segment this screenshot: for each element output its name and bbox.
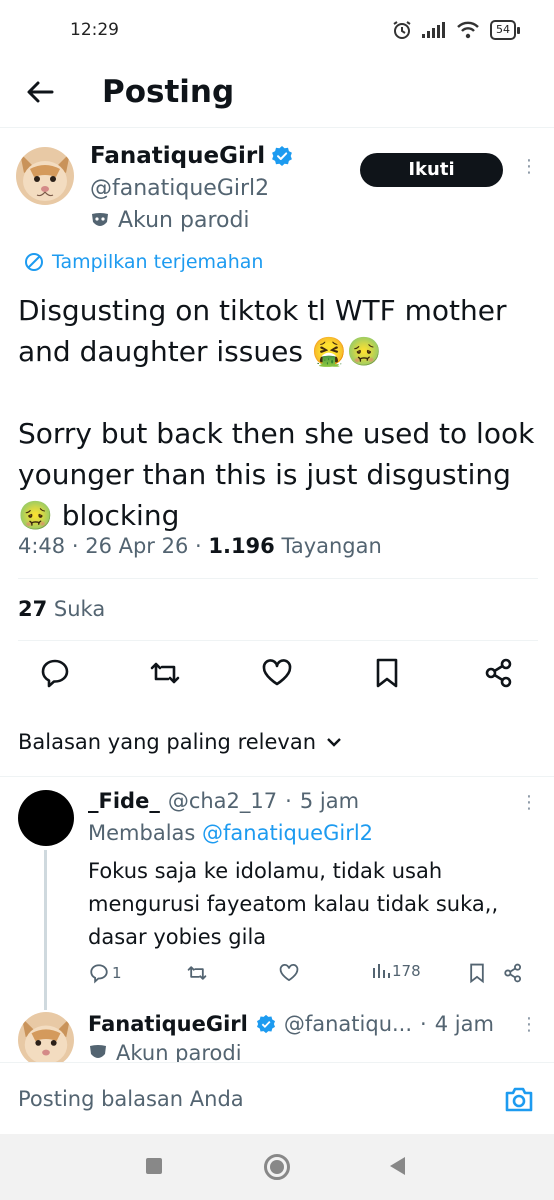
status-time: 12:29 [70, 20, 119, 40]
reply-reply-count: 1 [112, 964, 122, 982]
system-nav-bar [0, 1134, 554, 1200]
repost-icon[interactable] [148, 656, 182, 690]
reply-avatar[interactable] [18, 790, 74, 846]
replying-to-prefix: Membalas [88, 821, 196, 845]
reply-2-avatar[interactable] [18, 1012, 74, 1068]
post-action-bar [0, 656, 554, 696]
compose-bar: Posting balasan Anda [0, 1062, 554, 1134]
reply-views-button[interactable]: 178 [372, 962, 421, 980]
post-date: 26 Apr 26 [85, 534, 189, 558]
status-icons: 54 [392, 20, 520, 40]
author-avatar[interactable] [16, 147, 74, 205]
home-button[interactable] [264, 1154, 290, 1180]
likes-label: Suka [53, 597, 106, 621]
page-title: Posting [102, 74, 235, 110]
reply-2-header: FanatiqueGirl @fanatiqu... · 4 jam [88, 1012, 494, 1036]
reply-author-handle[interactable]: @cha2_17 [168, 789, 277, 813]
reply-icon[interactable] [38, 656, 72, 690]
share-icon[interactable] [482, 656, 516, 690]
reply-reply-button[interactable]: 1 [88, 962, 122, 984]
author-name[interactable]: FanatiqueGirl [90, 143, 293, 169]
reply-2-author-handle[interactable]: @fanatiqu... [284, 1012, 412, 1036]
replies-divider [0, 776, 554, 777]
back-arrow-icon[interactable] [24, 76, 56, 108]
views-label: Tayangan [281, 534, 382, 558]
reply-icon [90, 964, 108, 984]
post-time: 4:48 [18, 534, 66, 558]
post-paragraph-2: Sorry but back then she used to look you… [18, 417, 535, 532]
follow-button[interactable]: Ikuti [360, 153, 503, 187]
alarm-icon [393, 21, 411, 39]
reply-age: 5 jam [299, 789, 360, 813]
translate-label: Tampilkan terjemahan [52, 251, 264, 273]
reply-2-author-name[interactable]: FanatiqueGirl [88, 1012, 248, 1036]
views-count: 1.196 [208, 534, 275, 558]
reply-header: _Fide_ @cha2_17 · 5 jam [88, 789, 359, 813]
post-paragraph-1: Disgusting on tiktok tl WTF mother and d… [18, 294, 507, 368]
likes-summary[interactable]: 27 Suka [18, 597, 105, 621]
app-header: Posting [0, 62, 554, 128]
author-name-text: FanatiqueGirl [90, 143, 266, 169]
likes-count: 27 [18, 597, 48, 621]
system-back-button[interactable] [390, 1157, 405, 1175]
cat-avatar-image [18, 1012, 74, 1068]
thread-line [44, 850, 47, 1010]
reply-action-bar: 1 178 [88, 962, 528, 990]
share-icon[interactable] [502, 962, 524, 984]
reply-2-parody-text: Akun parodi [116, 1044, 242, 1062]
reply-view-count: 178 [392, 962, 421, 980]
like-icon[interactable] [260, 656, 294, 690]
reply-2-more-options-icon[interactable]: ⋮ [520, 1016, 538, 1034]
mask-icon [90, 1045, 106, 1058]
meta-divider [18, 578, 538, 579]
replying-to-handle[interactable]: @fanatiqueGirl2 [202, 821, 373, 845]
reply-2-parody-label: Akun parodi [88, 1044, 242, 1062]
author-handle[interactable]: @fanatiqueGirl2 [90, 176, 269, 201]
repost-icon[interactable] [186, 962, 208, 984]
battery-indicator: 54 [490, 20, 520, 40]
like-icon[interactable] [278, 962, 300, 984]
views-icon [373, 964, 390, 978]
verified-badge-icon [272, 146, 292, 166]
replying-to: Membalas @fanatiqueGirl2 [88, 821, 373, 845]
bookmark-icon[interactable] [370, 656, 404, 690]
replies-sort-label: Balasan yang paling relevan [18, 730, 317, 754]
post-body: Disgusting on tiktok tl WTF mother and d… [18, 290, 538, 536]
parody-label: Akun parodi [90, 208, 250, 233]
replies-sort-dropdown[interactable]: Balasan yang paling relevan [18, 730, 342, 754]
reply-2-age: 4 jam [434, 1012, 494, 1036]
wifi-icon [457, 21, 479, 39]
translate-icon [25, 253, 43, 271]
recent-apps-button[interactable] [146, 1158, 162, 1174]
bookmark-icon[interactable] [466, 962, 488, 984]
reply-author-name[interactable]: _Fide_ [88, 789, 160, 813]
post-meta: 4:48 · 26 Apr 26 · 1.196 Tayangan [18, 534, 382, 558]
parody-label-text: Akun parodi [118, 208, 250, 233]
reply-text: Fokus saja ke idolamu, tidak usah mengur… [88, 859, 499, 949]
reply-compose-input[interactable]: Posting balasan Anda [18, 1087, 244, 1111]
reply-more-options-icon[interactable]: ⋮ [520, 794, 538, 812]
likes-divider [18, 640, 538, 641]
camera-icon[interactable] [504, 1085, 534, 1113]
reply-2-separator: · [420, 1012, 427, 1036]
translate-link[interactable]: Tampilkan terjemahan [24, 251, 263, 273]
post-more-options-icon[interactable]: ⋮ [520, 158, 538, 176]
mask-icon [92, 212, 108, 226]
reply-separator: · [285, 789, 292, 813]
verified-badge-icon [256, 1014, 275, 1034]
cat-avatar-image [16, 147, 74, 205]
status-bar: 12:29 54 [0, 0, 554, 62]
chevron-down-icon [327, 738, 341, 747]
signal-icon [422, 22, 445, 38]
